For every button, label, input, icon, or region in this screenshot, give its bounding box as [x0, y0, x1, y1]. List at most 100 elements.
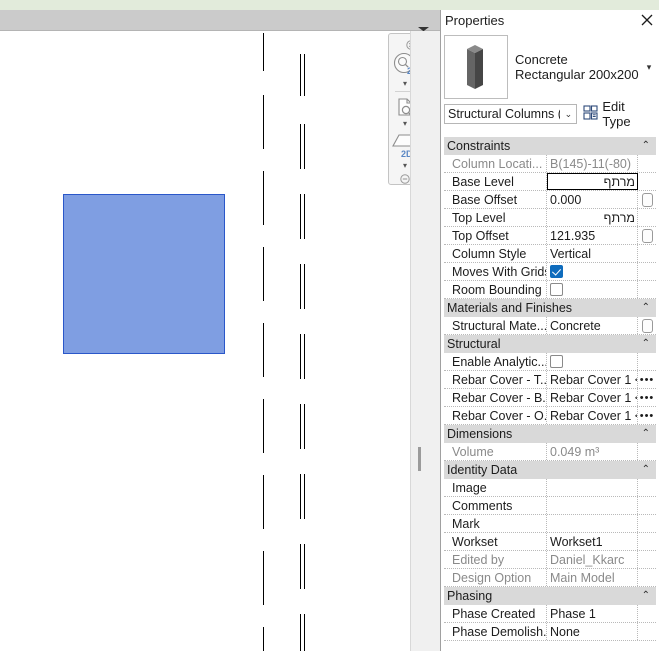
- parameter-name: Base Offset: [444, 191, 547, 208]
- parameter-row[interactable]: Image: [444, 479, 656, 497]
- parameter-value-text: 121.935: [550, 228, 596, 243]
- parameter-value[interactable]: Daniel_Kkarc: [547, 551, 638, 568]
- parameter-control-cell: [638, 263, 656, 280]
- parameter-control-cell[interactable]: [638, 317, 656, 334]
- checkbox-unchecked[interactable]: [550, 283, 563, 296]
- checkbox-unchecked[interactable]: [550, 355, 563, 368]
- parameter-group-header[interactable]: Dimensions ⌃: [444, 425, 656, 443]
- browse-ellipsis-button[interactable]: •••: [640, 392, 655, 403]
- parameter-value[interactable]: Phase 1: [547, 605, 638, 622]
- parameter-value[interactable]: 0.000: [547, 191, 638, 208]
- chevron-up-icon[interactable]: ⌃: [642, 302, 650, 313]
- parameter-row[interactable]: Moves With Grids: [444, 263, 656, 281]
- panel-splitter[interactable]: [410, 31, 440, 651]
- parameter-control-cell[interactable]: •••: [638, 407, 656, 424]
- chevron-down-icon[interactable]: ⌄: [560, 109, 576, 120]
- edit-type-button[interactable]: Edit Type: [583, 99, 656, 129]
- parameter-value-text: Workset1: [550, 534, 603, 549]
- parameter-row[interactable]: Top Level מרתף: [444, 209, 656, 227]
- selected-column-rectangle[interactable]: [63, 194, 225, 354]
- minimize-circle-icon[interactable]: [400, 171, 410, 184]
- parameter-value[interactable]: Main Model: [547, 569, 638, 586]
- parameter-control-cell[interactable]: •••: [638, 371, 656, 388]
- panel-splitter-grip[interactable]: [418, 447, 421, 471]
- parameter-row[interactable]: Rebar Cover - T...Rebar Cover 1 <...•••: [444, 371, 656, 389]
- parameter-name: Phase Demolish...: [444, 623, 547, 640]
- checkbox-checked[interactable]: [550, 265, 563, 278]
- wall-dash-segment: [300, 194, 305, 239]
- associate-parameter-button[interactable]: [641, 192, 653, 207]
- parameter-value[interactable]: [547, 281, 638, 298]
- parameter-row[interactable]: Column Locati... B(145)-11(-80): [444, 155, 656, 173]
- parameter-row[interactable]: Rebar Cover - O...Rebar Cover 1 <...•••: [444, 407, 656, 425]
- parameter-group-header[interactable]: Structural ⌃: [444, 335, 656, 353]
- grid-dash-segment: [263, 475, 264, 529]
- close-icon[interactable]: [640, 13, 654, 27]
- drawing-canvas[interactable]: [0, 31, 410, 651]
- parameter-value[interactable]: מרתף: [547, 173, 638, 190]
- parameter-value[interactable]: 0.049 m³: [547, 443, 638, 460]
- chevron-up-icon[interactable]: ⌃: [642, 590, 650, 601]
- parameter-group-header[interactable]: Identity Data ⌃: [444, 461, 656, 479]
- parameter-row[interactable]: Structural Mate... Concrete: [444, 317, 656, 335]
- parameter-value[interactable]: [547, 515, 638, 532]
- category-label: Structural Columns (: [448, 107, 561, 121]
- parameter-value[interactable]: B(145)-11(-80): [547, 155, 638, 172]
- browse-ellipsis-button[interactable]: •••: [640, 374, 655, 385]
- parameter-name: Rebar Cover - T...: [444, 371, 547, 388]
- parameter-value[interactable]: [547, 353, 638, 370]
- parameter-value[interactable]: Vertical: [547, 245, 638, 262]
- parameter-control-cell[interactable]: [638, 227, 656, 244]
- parameter-value[interactable]: Rebar Cover 1 <...: [547, 371, 638, 388]
- parameter-row[interactable]: Mark: [444, 515, 656, 533]
- parameter-control-cell[interactable]: •••: [638, 389, 656, 406]
- associate-parameter-button[interactable]: [641, 228, 653, 243]
- parameter-group-header[interactable]: Phasing ⌃: [444, 587, 656, 605]
- parameter-control-cell: [638, 515, 656, 532]
- parameter-value-text: Vertical: [550, 246, 591, 261]
- parameter-row[interactable]: Phase Created Phase 1: [444, 605, 656, 623]
- parameter-row[interactable]: Comments: [444, 497, 656, 515]
- chevron-up-icon[interactable]: ⌃: [642, 140, 650, 151]
- parameter-value[interactable]: [547, 263, 638, 280]
- chevron-up-icon[interactable]: ⌃: [642, 428, 650, 439]
- parameter-value-text: Rebar Cover 1 <...: [550, 390, 637, 405]
- associate-parameter-button[interactable]: [641, 318, 653, 333]
- chevron-down-icon[interactable]: ▾: [642, 62, 656, 73]
- parameter-control-cell: [638, 479, 656, 496]
- parameter-value[interactable]: Concrete: [547, 317, 638, 334]
- parameter-group-header[interactable]: Constraints ⌃: [444, 137, 656, 155]
- parameter-row[interactable]: Column Style Vertical: [444, 245, 656, 263]
- parameter-grid[interactable]: Constraints ⌃ Column Locati... B(145)-11(-8…: [444, 136, 656, 651]
- wall-dash-segment: [300, 334, 305, 379]
- parameter-row[interactable]: Phase Demolish... None: [444, 623, 656, 641]
- parameter-value[interactable]: [547, 497, 638, 514]
- parameter-value[interactable]: Rebar Cover 1 <...: [547, 389, 638, 406]
- parameter-value[interactable]: Workset1: [547, 533, 638, 550]
- parameter-value[interactable]: Rebar Cover 1 <...: [547, 407, 638, 424]
- parameter-row[interactable]: Base Offset 0.000: [444, 191, 656, 209]
- parameter-name: Structural Mate...: [444, 317, 547, 334]
- parameter-group-header[interactable]: Materials and Finishes ⌃: [444, 299, 656, 317]
- parameter-control-cell[interactable]: [638, 191, 656, 208]
- browse-ellipsis-button[interactable]: •••: [640, 410, 655, 421]
- category-combobox[interactable]: Structural Columns ( ⌄: [444, 104, 578, 124]
- properties-palette: Properties Concrete Rectangular 200x200 …: [440, 10, 659, 651]
- parameter-value-text: מרתף: [603, 174, 635, 189]
- parameter-row[interactable]: Workset Workset1: [444, 533, 656, 551]
- parameter-row[interactable]: Rebar Cover - B...Rebar Cover 1 <...•••: [444, 389, 656, 407]
- parameter-row[interactable]: Room Bounding: [444, 281, 656, 299]
- parameter-row[interactable]: Enable Analytic...: [444, 353, 656, 371]
- chevron-up-icon[interactable]: ⌃: [642, 338, 650, 349]
- parameter-row[interactable]: Volume 0.049 m³: [444, 443, 656, 461]
- type-selector[interactable]: Concrete Rectangular 200x200 ▾: [444, 32, 656, 102]
- parameter-value[interactable]: מרתף: [547, 209, 638, 226]
- parameter-row[interactable]: Design Option Main Model: [444, 569, 656, 587]
- parameter-value[interactable]: [547, 479, 638, 496]
- parameter-value[interactable]: None: [547, 623, 638, 640]
- parameter-row[interactable]: Top Offset 121.935: [444, 227, 656, 245]
- chevron-up-icon[interactable]: ⌃: [642, 464, 650, 475]
- parameter-row[interactable]: Base Level מרתף: [444, 173, 656, 191]
- parameter-row[interactable]: Edited by Daniel_Kkarc: [444, 551, 656, 569]
- parameter-value[interactable]: 121.935: [547, 227, 638, 244]
